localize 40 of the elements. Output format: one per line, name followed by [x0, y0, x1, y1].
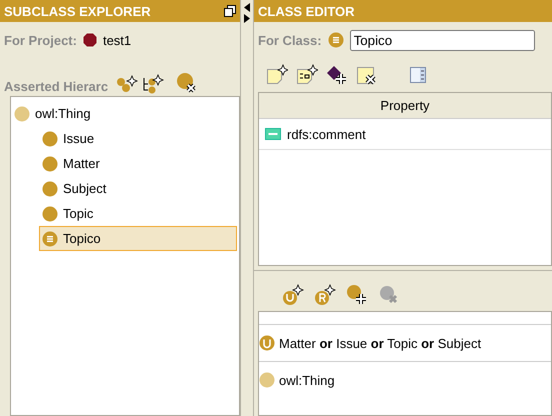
- panel-header: CLASS EDITOR: [254, 0, 552, 22]
- new-document-icon[interactable]: [296, 64, 318, 86]
- project-name: test1: [102, 32, 132, 48]
- class-expression: owl:Thing: [279, 372, 335, 388]
- panel-header: SUBCLASS EXPLORER: [0, 0, 240, 22]
- class-icon: [42, 130, 58, 146]
- annotation-property-icon: [265, 128, 281, 140]
- tree-item[interactable]: Matter: [39, 151, 237, 176]
- project-icon: [82, 33, 97, 47]
- project-label: For Project:: [4, 32, 77, 48]
- hierarchy-label: Asserted Hierarc: [4, 79, 108, 94]
- class-icon: [259, 372, 275, 388]
- add-union-icon[interactable]: [282, 284, 304, 306]
- class-label: For Class:: [258, 32, 322, 48]
- tree-item[interactable]: Topic: [39, 201, 237, 226]
- new-note-icon[interactable]: [266, 64, 288, 86]
- tree-item[interactable]: Topico: [39, 226, 237, 251]
- table-cell: rdfs:comment: [287, 126, 366, 142]
- add-sibling-icon[interactable]: [142, 74, 164, 94]
- defined-class-icon: [328, 32, 344, 48]
- splitter-arrows-icon[interactable]: [243, 2, 251, 24]
- columns-icon[interactable]: [408, 65, 428, 85]
- class-field[interactable]: Topico: [350, 30, 535, 50]
- add-restriction-icon[interactable]: [314, 284, 336, 306]
- add-subclass-icon[interactable]: [116, 74, 138, 94]
- tree-item[interactable]: Subject: [39, 176, 237, 201]
- delete-class-icon[interactable]: [176, 72, 198, 94]
- window-restore-icon[interactable]: [224, 5, 236, 17]
- add-class-icon[interactable]: [346, 284, 368, 306]
- delete-note-icon[interactable]: [356, 64, 378, 86]
- column-header[interactable]: Property: [259, 93, 551, 119]
- class-icon: [42, 180, 58, 196]
- add-property-icon[interactable]: [326, 64, 348, 86]
- class-icon: [14, 106, 30, 122]
- tree-item[interactable]: owl:Thing: [11, 101, 237, 126]
- tree-item[interactable]: Issue: [39, 126, 237, 151]
- defined-class-icon: [42, 230, 58, 246]
- class-icon: [42, 206, 58, 222]
- class-expression: Matter or Issue or Topic or Subject: [279, 336, 482, 350]
- class-icon: [42, 156, 58, 172]
